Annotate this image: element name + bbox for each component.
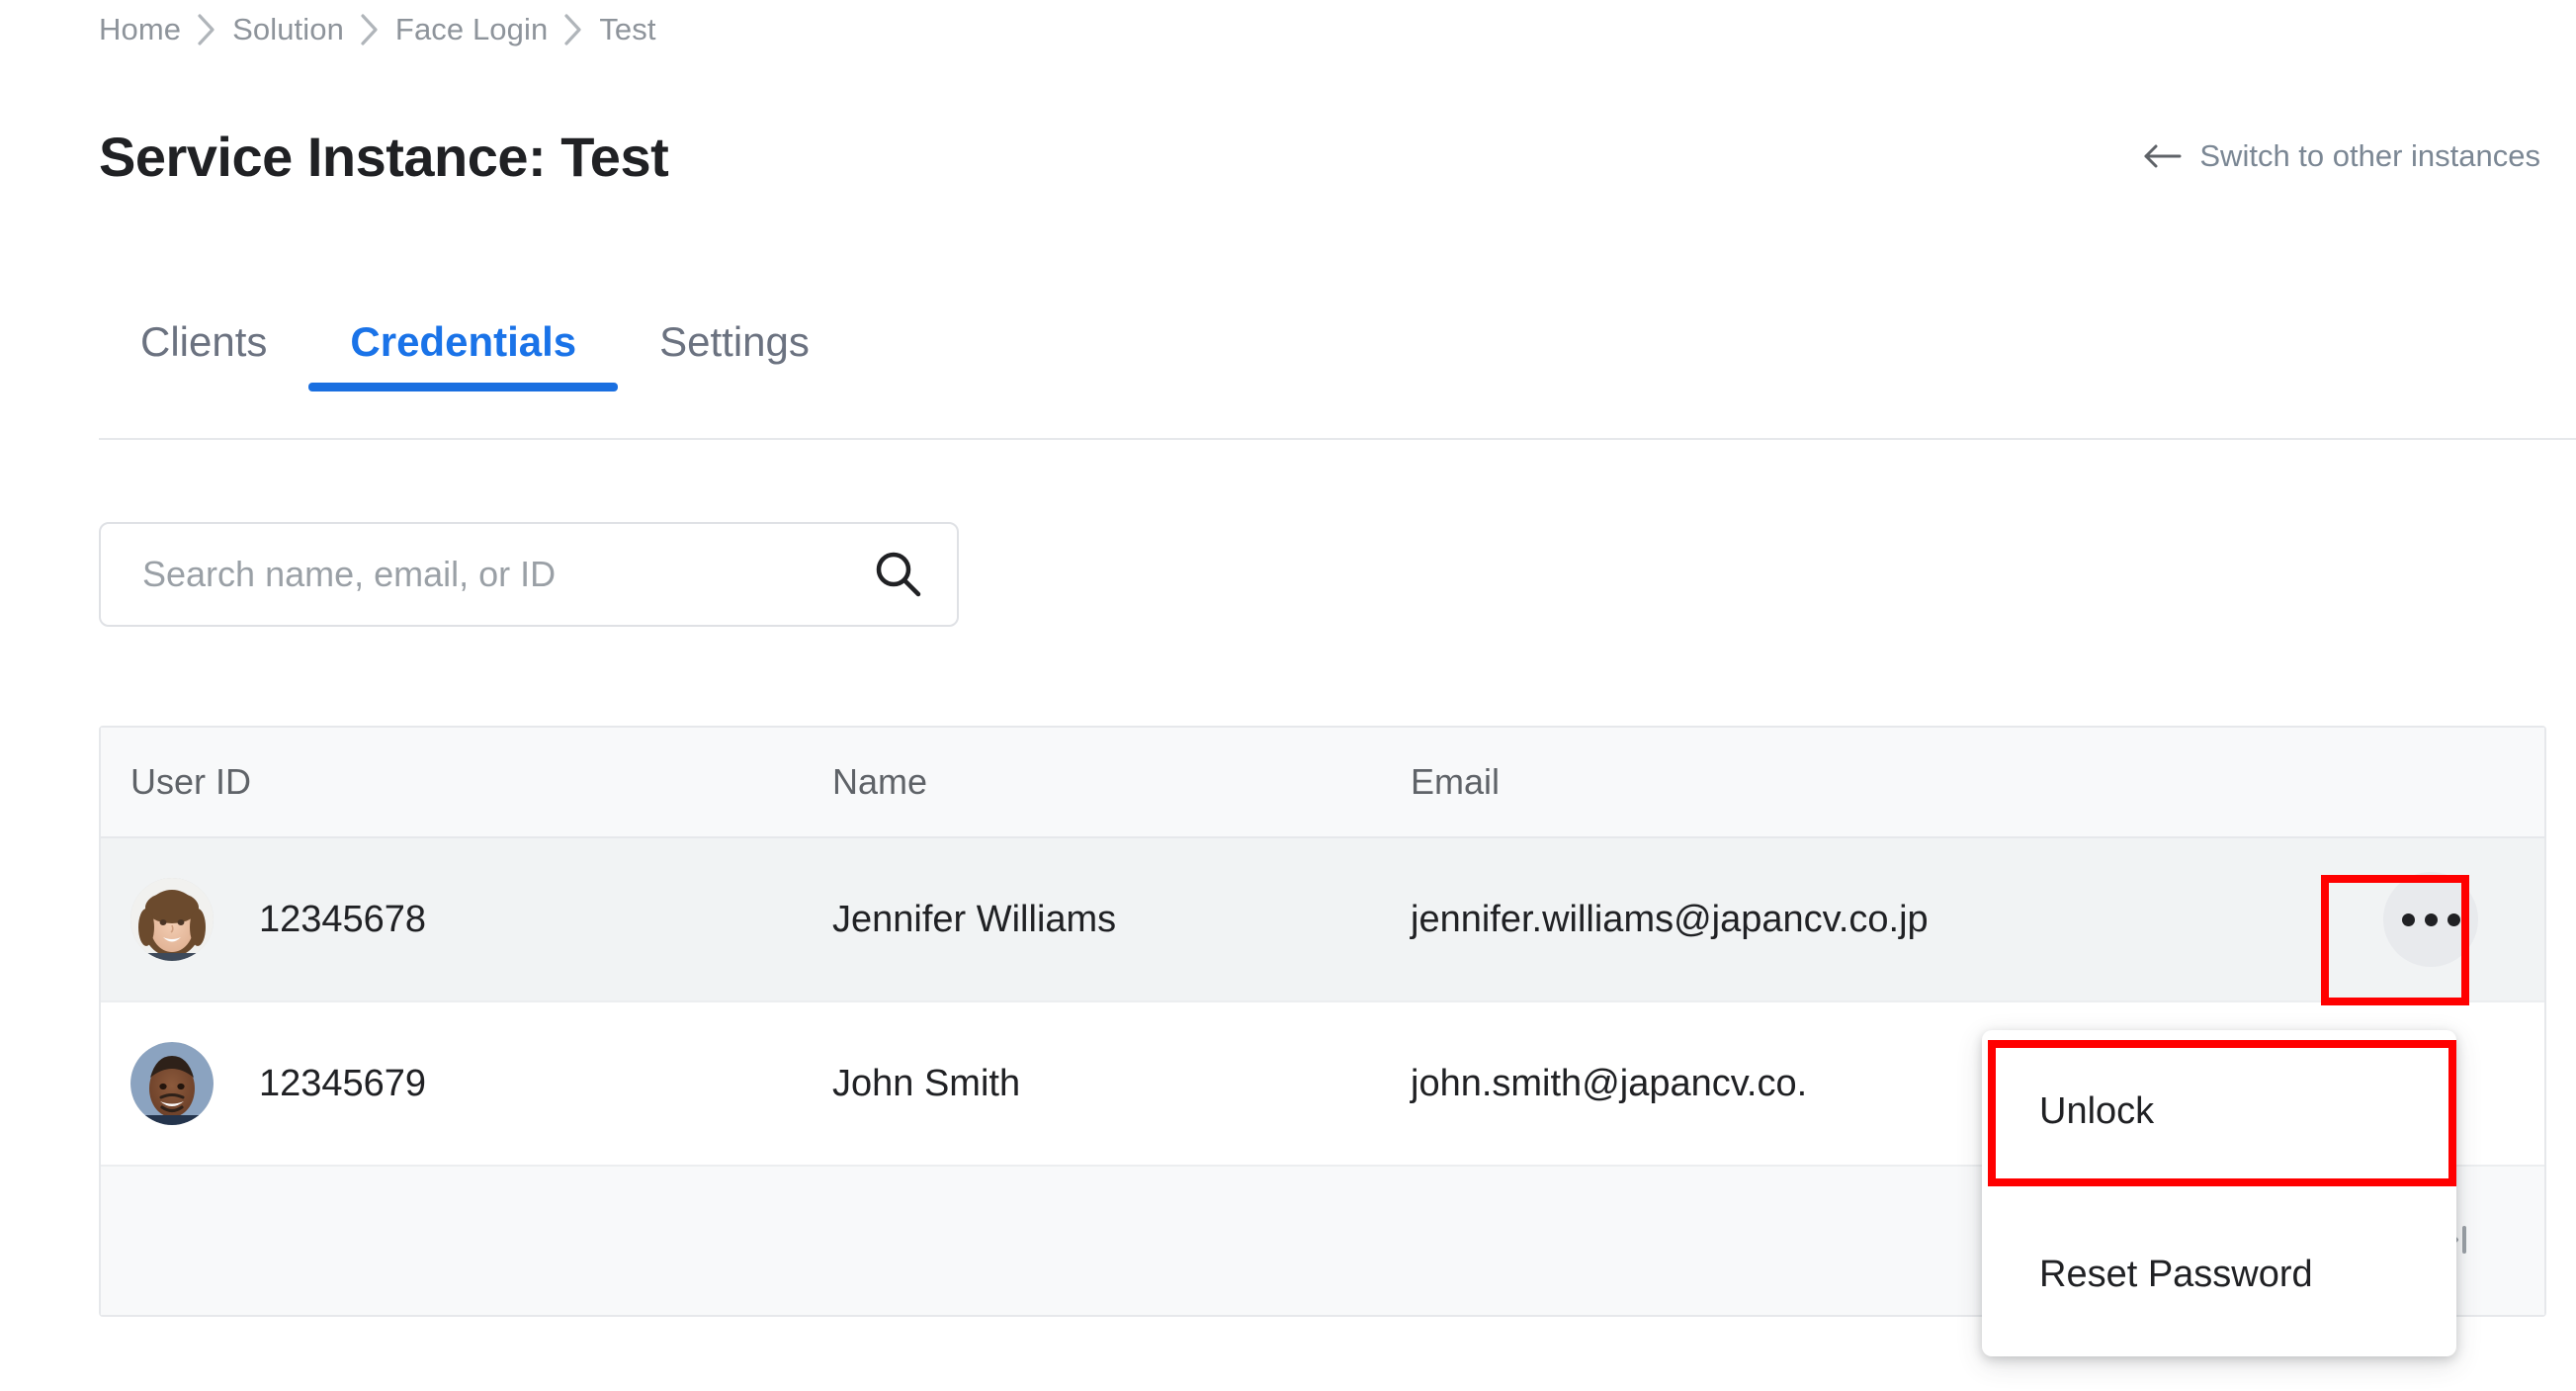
breadcrumb-item-test[interactable]: Test <box>599 12 655 47</box>
page-title: Service Instance: Test <box>99 126 669 188</box>
chevron-right-icon <box>344 12 395 47</box>
cell-user-id: 12345678 <box>259 898 427 940</box>
search-button[interactable] <box>838 524 957 625</box>
kebab-menu-icon <box>2401 913 2415 926</box>
arrow-left-icon <box>2142 141 2182 171</box>
switch-to-other-instances-link[interactable]: Switch to other instances <box>2142 138 2540 174</box>
breadcrumb-item-solution[interactable]: Solution <box>232 12 344 47</box>
search-icon <box>872 548 923 602</box>
cell-name: John Smith <box>832 1062 1021 1104</box>
avatar <box>130 1042 214 1125</box>
chevron-right-icon <box>181 12 232 47</box>
cell-user-id: 12345679 <box>259 1062 427 1104</box>
cell-email: john.smith@japancv.co. <box>1411 1062 1808 1104</box>
search-input[interactable] <box>101 554 838 595</box>
column-header-user-id: User ID <box>130 761 252 802</box>
cell-email: jennifer.williams@japancv.co.jp <box>1411 898 1929 940</box>
search-box <box>99 522 959 627</box>
chevron-right-icon <box>548 12 599 47</box>
column-header-email: Email <box>1411 761 1501 802</box>
breadcrumb-item-home[interactable]: Home <box>99 12 181 47</box>
menu-item-reset-password[interactable]: Reset Password <box>1982 1193 2456 1356</box>
tab-bar: Clients Credentials Settings <box>99 318 851 391</box>
breadcrumb: Home Solution Face Login Test <box>99 12 656 47</box>
tab-clients[interactable]: Clients <box>99 318 308 391</box>
tab-bar-divider <box>99 438 2576 440</box>
tab-credentials[interactable]: Credentials <box>308 318 618 391</box>
tab-settings[interactable]: Settings <box>618 318 851 391</box>
kebab-menu-icon <box>2447 913 2460 926</box>
kebab-menu-icon <box>2424 913 2438 926</box>
row-context-menu: Unlock Reset Password <box>1982 1030 2456 1356</box>
breadcrumb-item-face-login[interactable]: Face Login <box>395 12 548 47</box>
avatar <box>130 878 214 961</box>
table-header-row: User ID Name Email <box>101 728 2544 838</box>
page-root: Home Solution Face Login Test Service In… <box>0 0 2576 1391</box>
switch-link-label: Switch to other instances <box>2199 138 2540 173</box>
row-actions-button[interactable] <box>2383 872 2478 967</box>
table-row[interactable]: 12345678 Jennifer Williams jennifer.will… <box>101 838 2544 1002</box>
column-header-name: Name <box>832 761 928 802</box>
cell-name: Jennifer Williams <box>832 898 1117 940</box>
menu-item-unlock[interactable]: Unlock <box>1982 1030 2456 1193</box>
